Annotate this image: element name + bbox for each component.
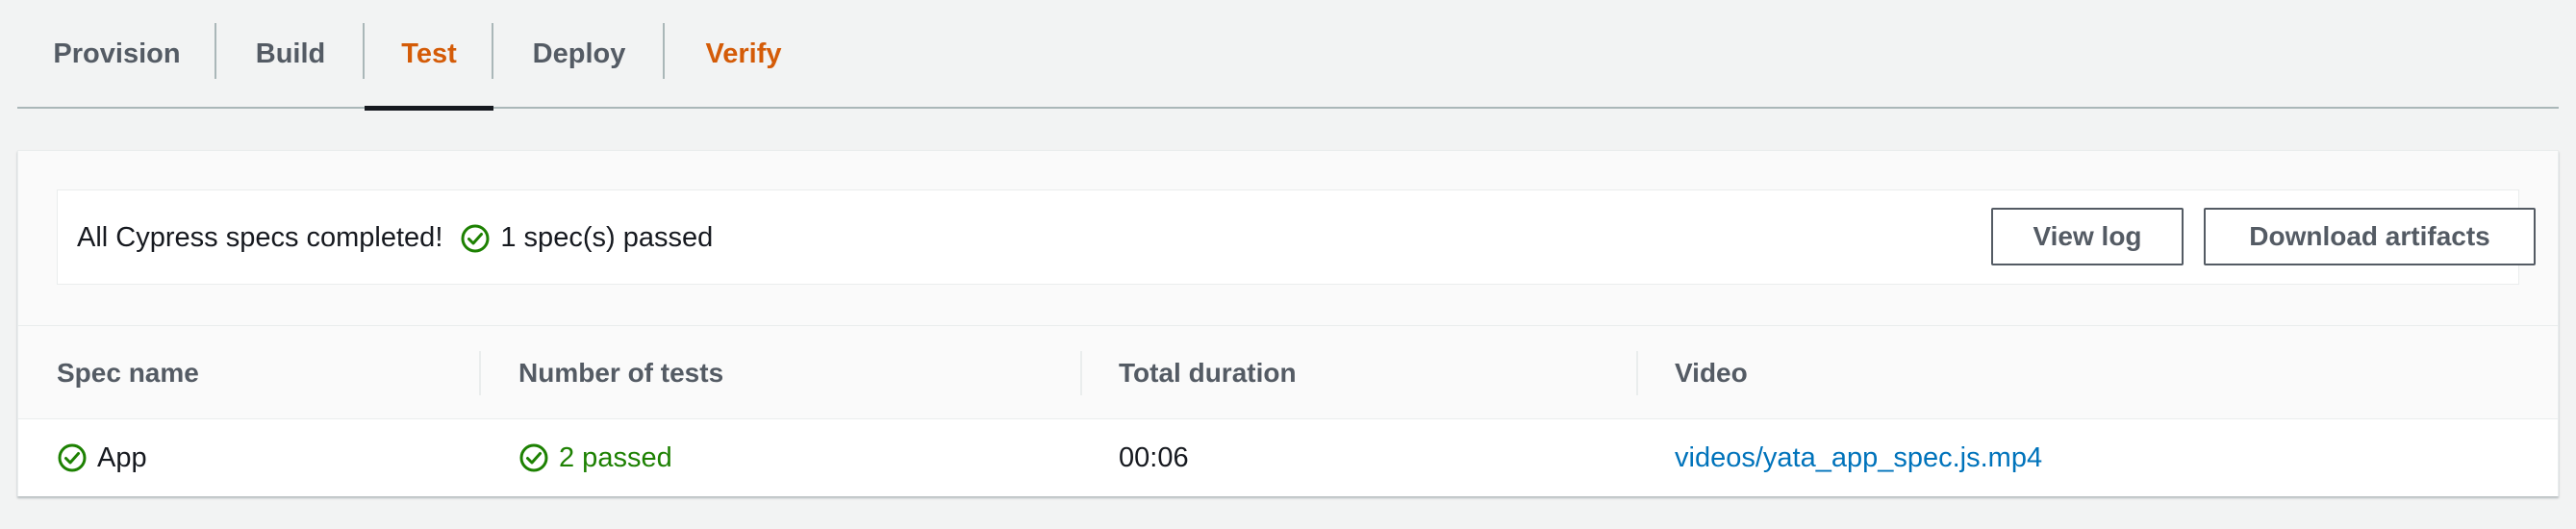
tab-deploy[interactable]: Deploy bbox=[493, 0, 665, 109]
column-header-number-of-tests[interactable]: Number of tests bbox=[518, 326, 723, 420]
spec-name-cell: App bbox=[57, 419, 147, 496]
tab-build-label: Build bbox=[255, 38, 326, 69]
tests-cell: 2 passed bbox=[518, 419, 672, 496]
tests-passed: 2 passed bbox=[559, 441, 672, 473]
summary-text: All Cypress specs completed! 1 spec(s) p… bbox=[77, 190, 713, 286]
column-header-spec-name[interactable]: Spec name bbox=[57, 326, 199, 420]
spec-name: App bbox=[97, 441, 147, 473]
column-header-video[interactable]: Video bbox=[1675, 326, 1748, 420]
tab-provision[interactable]: Provision bbox=[17, 0, 216, 109]
tab-test-label: Test bbox=[401, 38, 457, 69]
total-duration: 00:06 bbox=[1119, 441, 1189, 473]
table-header: Spec name Number of tests Total duration… bbox=[18, 325, 2558, 419]
column-header-total-duration[interactable]: Total duration bbox=[1119, 326, 1297, 420]
check-circle-icon bbox=[518, 442, 549, 473]
duration-cell: 00:06 bbox=[1119, 419, 1189, 496]
table-row: App 2 passed 00:06 videos/yata_app_spec.… bbox=[18, 419, 2558, 496]
download-artifacts-button[interactable]: Download artifacts bbox=[2204, 208, 2536, 265]
summary-status: 1 spec(s) passed bbox=[500, 222, 714, 253]
summary-bar: All Cypress specs completed! 1 spec(s) p… bbox=[57, 189, 2536, 286]
check-circle-icon bbox=[57, 442, 88, 473]
video-cell: videos/yata_app_spec.js.mp4 bbox=[1675, 419, 2042, 496]
tab-verify-label: Verify bbox=[705, 38, 782, 69]
video-link[interactable]: videos/yata_app_spec.js.mp4 bbox=[1675, 442, 2042, 474]
tab-test[interactable]: Test bbox=[365, 0, 493, 111]
tab-provision-label: Provision bbox=[53, 38, 181, 69]
tab-verify[interactable]: Verify bbox=[665, 0, 822, 109]
column-divider bbox=[1080, 351, 1082, 395]
check-circle-icon bbox=[460, 223, 491, 254]
test-results-panel: All Cypress specs completed! 1 spec(s) p… bbox=[17, 150, 2559, 496]
tab-build[interactable]: Build bbox=[216, 0, 365, 109]
tab-deploy-label: Deploy bbox=[532, 38, 626, 69]
column-divider bbox=[479, 351, 481, 395]
column-divider bbox=[1636, 351, 1638, 395]
view-log-button[interactable]: View log bbox=[1991, 208, 2184, 265]
stage-tabs: Provision Build Test Deploy Verify bbox=[17, 0, 2559, 111]
summary-message: All Cypress specs completed! bbox=[77, 222, 443, 253]
